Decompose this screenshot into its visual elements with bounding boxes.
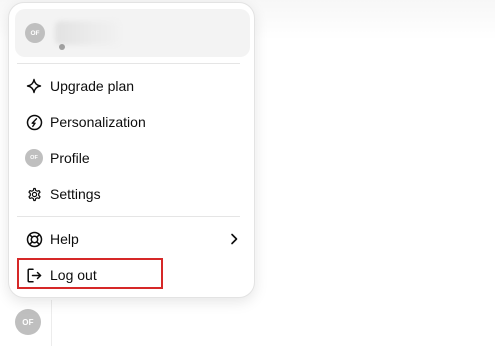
account-menu: OF Upgrade plan Personalization OF Profi…	[8, 2, 255, 298]
menu-divider	[17, 216, 240, 217]
menu-item-label: Personalization	[50, 114, 146, 130]
account-avatar: OF	[25, 23, 45, 43]
sidebar-divider	[51, 300, 52, 346]
menu-item-help[interactable]: Help	[15, 223, 250, 255]
menu-item-settings[interactable]: Settings	[15, 178, 250, 210]
gear-icon	[25, 185, 43, 203]
menu-item-label: Settings	[50, 186, 101, 202]
menu-item-log-out[interactable]: Log out	[15, 259, 250, 291]
menu-item-profile[interactable]: OF Profile	[15, 142, 250, 174]
account-email-redacted-detail	[59, 44, 65, 50]
avatar: OF	[25, 149, 43, 167]
menu-divider	[17, 63, 240, 64]
account-header[interactable]: OF	[15, 9, 250, 57]
menu-item-label: Upgrade plan	[50, 78, 135, 94]
app-window: OF OF Upgrade plan Personalization OF Pr…	[0, 0, 495, 346]
menu-item-personalization[interactable]: Personalization	[15, 106, 250, 138]
menu-item-upgrade-plan[interactable]: Upgrade plan	[15, 70, 250, 102]
account-email-redacted	[55, 21, 119, 45]
personalization-icon	[25, 113, 43, 131]
menu-item-label: Profile	[50, 150, 90, 166]
sparkle-icon	[25, 77, 43, 95]
menu-item-label: Help	[50, 231, 79, 247]
logout-icon	[25, 266, 43, 284]
profile-avatar-icon: OF	[25, 149, 43, 167]
lifebuoy-icon	[25, 230, 43, 248]
chevron-right-icon	[226, 231, 242, 247]
menu-item-label: Log out	[50, 267, 97, 283]
sidebar-account-avatar[interactable]: OF	[15, 309, 41, 335]
